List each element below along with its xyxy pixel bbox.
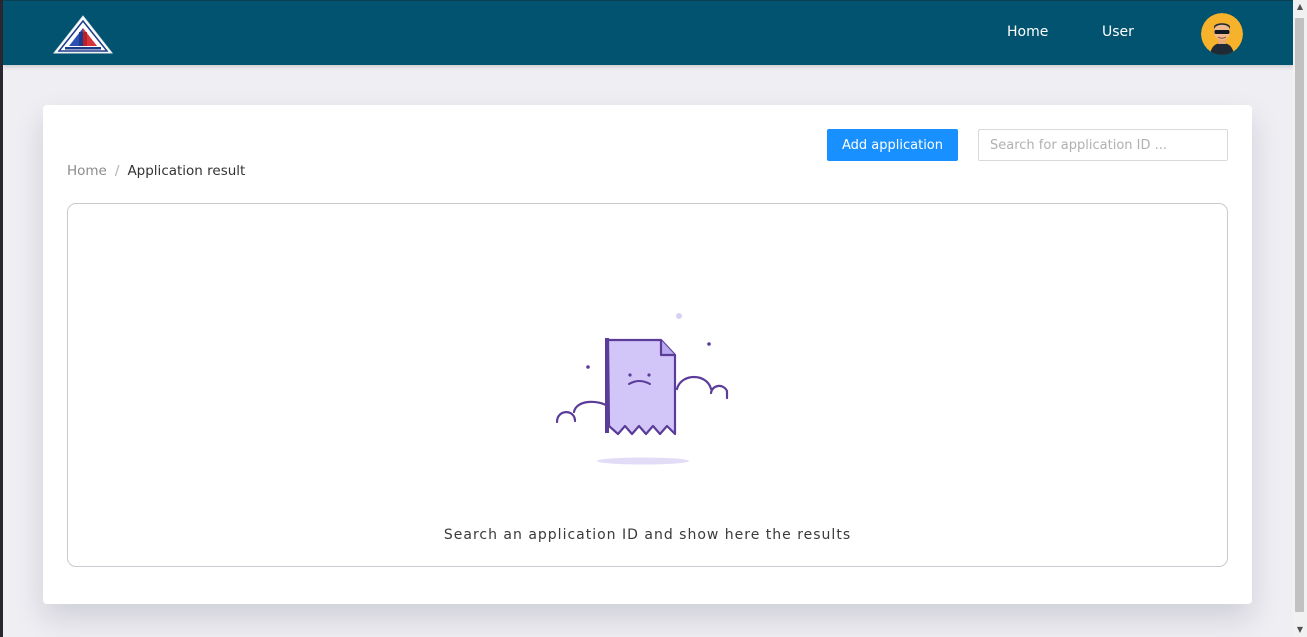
application-id-search-input[interactable] <box>978 129 1228 161</box>
results-panel: Search an application ID and show here t… <box>67 203 1228 567</box>
app-viewport: Home User Add application Home / Applicati… <box>3 0 1293 637</box>
sad-document-icon <box>553 309 743 469</box>
scroll-up-arrow-icon[interactable]: ▲ <box>1293 0 1307 14</box>
page-scrollbar[interactable]: ▲ ▼ <box>1293 0 1307 637</box>
user-avatar-icon[interactable] <box>1201 13 1243 55</box>
breadcrumb: Home / Application result <box>67 163 245 179</box>
application-result-card: Add application Home / Application result <box>43 105 1252 604</box>
add-application-button[interactable]: Add application <box>827 129 958 161</box>
empty-state-message: Search an application ID and show here t… <box>443 527 852 543</box>
breadcrumb-home-link[interactable]: Home <box>67 163 107 179</box>
agency-logo-icon[interactable] <box>52 14 114 56</box>
breadcrumb-separator: / <box>114 163 120 179</box>
breadcrumb-current: Application result <box>127 163 246 179</box>
scroll-down-arrow-icon[interactable]: ▼ <box>1293 623 1307 637</box>
nav-user-link[interactable]: User <box>1102 24 1134 40</box>
scrollbar-thumb[interactable] <box>1295 18 1304 612</box>
nav-home-link[interactable]: Home <box>1007 24 1048 40</box>
top-navbar: Home User <box>3 0 1293 65</box>
